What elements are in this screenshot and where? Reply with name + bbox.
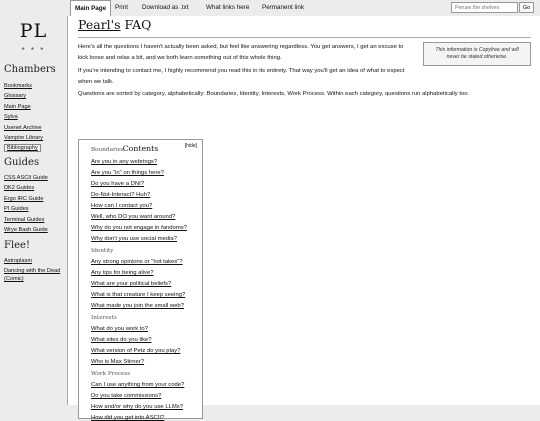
toc-item[interactable]: What sites do you like? <box>91 337 152 343</box>
sidebar-heading-guides: Guides <box>4 157 40 168</box>
toc-item[interactable]: Any strong opinions or "hot takes"? <box>91 259 183 265</box>
page-title: Pearl's FAQ <box>78 17 151 32</box>
sidebar-item-vampire-library[interactable]: Vampire Library <box>4 133 43 143</box>
toc-item[interactable]: What is that creature I keep seeing? <box>91 292 185 298</box>
toc-category-boundaries: Boundaries <box>91 147 124 153</box>
sidebar-heading-flee: Flee! <box>4 240 30 251</box>
title-text: FAQ <box>120 17 152 32</box>
toc-item[interactable]: Are you in any webrings? <box>91 159 157 165</box>
sidebar-item-ergo-irc-guide[interactable]: Ergo IRC Guide <box>4 194 48 204</box>
sidebar-list-flee: Astroplasm Dancing with the Dead (Comic) <box>4 256 60 284</box>
toc-item[interactable]: What are your political beliefs? <box>91 281 171 287</box>
toc-item[interactable]: Can I use anything from your code? <box>91 382 184 388</box>
sidebar-item-pi-guides[interactable]: PI Guides <box>4 204 48 214</box>
intro-paragraph-3: Questions are sorted by category, alphab… <box>78 91 470 97</box>
sidebar-item-terminal-guides[interactable]: Terminal Guides <box>4 215 48 225</box>
sidebar-item-main-page[interactable]: Main Page <box>4 102 43 112</box>
table-of-contents: Contents [hide] Boundaries Are you in an… <box>78 139 203 421</box>
sidebar-item-bibliography[interactable]: Bibliography <box>4 144 41 153</box>
copyfree-notice: This information is Copyfree and will ne… <box>423 42 531 66</box>
sidebar-item-glossary[interactable]: Glossary <box>4 91 43 101</box>
title-link-pearls[interactable]: Pearl's <box>78 17 121 32</box>
toc-item[interactable]: Well, who DO you want around? <box>91 214 175 220</box>
toc-hide-link[interactable]: [hide] <box>185 143 197 149</box>
search-go-button[interactable]: Go <box>519 2 534 13</box>
sidebar-item-astroplasm[interactable]: Astroplasm <box>4 256 60 266</box>
toc-category-identity: Identity <box>91 248 114 254</box>
toc-item[interactable]: Do you take commissions? <box>91 393 161 399</box>
sidebar-item-sylva[interactable]: Sylva <box>4 112 43 122</box>
toc-item[interactable]: Why don't you use social media? <box>91 236 177 242</box>
tab-what-links-here[interactable]: What links here <box>206 0 249 15</box>
toc-item[interactable]: Do-Not-Interact? Huh? <box>91 192 150 198</box>
sidebar-item-dk2-guides[interactable]: DK2 Guides <box>4 183 48 193</box>
toc-item[interactable]: How can I contact you? <box>91 203 152 209</box>
toc-item[interactable]: Are you "in" on things here? <box>91 170 164 176</box>
tab-print[interactable]: Print <box>115 0 128 15</box>
sidebar-list-guides: CSS ASCII Guide DK2 Guides Ergo IRC Guid… <box>4 173 48 235</box>
toc-item[interactable]: What version of Petz do you play? <box>91 348 180 354</box>
toc-item[interactable]: Who is Max Stirner? <box>91 359 144 365</box>
main-content: Pearl's FAQ This information is Copyfree… <box>67 16 540 421</box>
toc-item[interactable]: Why do you not engage in fandoms? <box>91 225 187 231</box>
toc-item[interactable]: Do you have a DNI? <box>91 181 144 187</box>
sidebar-item-wrye-bash-guide[interactable]: Wrye Bash Guide <box>4 225 48 235</box>
sidebar-heading-chambers: Chambers <box>4 64 56 75</box>
site-logo[interactable]: PL <box>0 20 67 42</box>
toc-item[interactable]: How did you get into ASCII? <box>91 415 164 421</box>
sidebar-item-css-ascii-guide[interactable]: CSS ASCII Guide <box>4 173 48 183</box>
title-divider <box>78 37 531 38</box>
tab-main-page[interactable]: Main Page <box>70 0 112 17</box>
logo-ornament: * * * <box>21 46 46 55</box>
toc-category-work-process: Work Process <box>91 371 131 377</box>
intro-paragraph-2: If you're intending to contact me, I hig… <box>78 68 405 85</box>
sidebar-item-bookmarks[interactable]: Bookmarks <box>4 81 43 91</box>
toc-item[interactable]: What made you join the small web? <box>91 303 184 309</box>
sidebar-item-usenet-archive[interactable]: Usenet Archive <box>4 123 43 133</box>
toc-item[interactable]: Any tips for being alive? <box>91 270 154 276</box>
tab-download-txt[interactable]: Download as .txt <box>142 0 189 15</box>
search-input[interactable] <box>451 2 518 13</box>
sidebar: PL * * * Chambers Bookmarks Glossary Mai… <box>0 0 67 405</box>
toc-category-interests: Interests <box>91 315 117 321</box>
sidebar-list-chambers: Bookmarks Glossary Main Page Sylva Usene… <box>4 81 43 154</box>
toc-item[interactable]: What do you work to? <box>91 326 148 332</box>
intro-paragraph-1: Here's all the questions I haven't actua… <box>78 44 404 61</box>
tab-permanent-link[interactable]: Permanent link <box>262 0 304 15</box>
